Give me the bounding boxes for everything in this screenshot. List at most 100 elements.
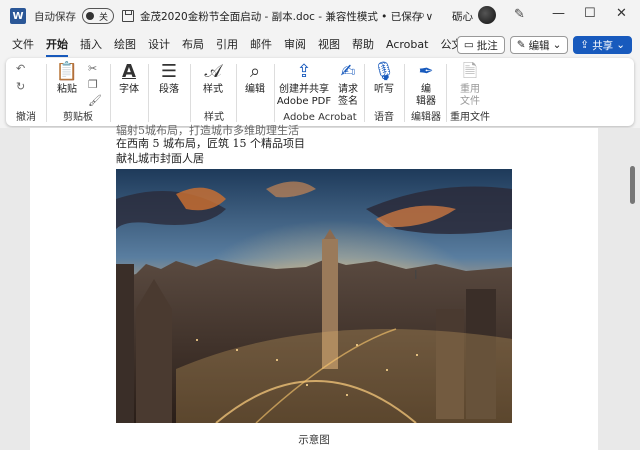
dictate-button[interactable]: 🎙 听写: [368, 62, 400, 96]
reuse-files-icon: 🗎: [462, 61, 478, 82]
comment-button[interactable]: ▭ 批注: [456, 36, 505, 54]
edit-label: 编辑: [528, 39, 550, 52]
tab-help[interactable]: 帮助: [346, 35, 380, 55]
tab-insert[interactable]: 插入: [74, 35, 108, 55]
document-area: 辐射5城布局，打造城市多维助理生活 在西南 5 城布局，匠筑 15 个精品项目 …: [0, 124, 640, 450]
document-title[interactable]: 金茂2020金粉节全面启动 - 副本.doc - 兼容性模式 • 已保存 ∨: [140, 9, 433, 24]
undo-group: ↶ ↻ 撤消: [6, 58, 46, 126]
text-cursor-icon: I: [414, 268, 418, 282]
autosave-label: 自动保存: [34, 10, 76, 23]
styles-icon: 𝒜: [204, 61, 222, 82]
reuse-group: 🗎 重用 文件 重用文件: [448, 58, 492, 126]
styles-button[interactable]: 𝒜 样式: [196, 62, 230, 96]
share-button[interactable]: ⇪ 共享 ⌄: [573, 36, 632, 54]
clipboard-group-label: 剪贴板: [63, 112, 93, 123]
divider: [148, 64, 149, 122]
request-label-2: 签名: [338, 96, 358, 107]
reuse-files-button[interactable]: 🗎 重用 文件: [452, 62, 488, 108]
chevron-down-icon: ⌄: [616, 39, 625, 51]
toggle-state: 关: [99, 12, 109, 23]
tab-draw[interactable]: 绘图: [108, 35, 142, 55]
request-label: 请求: [338, 84, 358, 95]
user-name[interactable]: 砺心: [452, 9, 473, 24]
toggle-knob: [86, 12, 94, 20]
divider: [364, 64, 365, 122]
font-color-icon: A: [122, 61, 136, 82]
tab-design[interactable]: 设计: [142, 35, 176, 55]
reuse-label-2: 文件: [460, 96, 480, 107]
editor-pen-icon: ✒: [418, 61, 434, 82]
paste-label: 粘贴: [57, 84, 77, 95]
acrobat-group: ⇪ 创建并共享 Adobe PDF ✍ 请求 签名 Adobe Acrobat: [276, 58, 364, 126]
tab-layout[interactable]: 布局: [176, 35, 210, 55]
tab-references[interactable]: 引用: [210, 35, 244, 55]
autosave-toggle[interactable]: 关: [82, 8, 114, 24]
paste-button[interactable]: 📋 粘贴: [54, 62, 80, 96]
paragraph-button[interactable]: ☰ 段落: [152, 62, 186, 96]
copy-icon[interactable]: ❐: [88, 78, 98, 91]
divider: [274, 64, 275, 122]
format-painter-icon[interactable]: 🖌: [88, 94, 102, 107]
tab-view[interactable]: 视图: [312, 35, 346, 55]
styles-label: 样式: [203, 84, 223, 95]
create-pdf-button[interactable]: ⇪ 创建并共享 Adobe PDF: [276, 62, 332, 108]
editor-group-label: 编辑器: [411, 112, 441, 123]
title-bar: W 自动保存 关 金茂2020金粉节全面启动 - 副本.doc - 兼容性模式 …: [0, 0, 640, 32]
undo-group-label: 撤消: [16, 112, 36, 123]
edit-mode-button[interactable]: ✎ 编辑 ⌄: [509, 36, 569, 54]
undo-icon[interactable]: ↶: [16, 62, 25, 75]
doc-line-3[interactable]: 献礼城市封面人居: [116, 150, 204, 166]
divider: [446, 64, 447, 122]
avatar[interactable]: [478, 6, 496, 24]
close-icon[interactable]: ✕: [616, 6, 627, 21]
divider: [46, 64, 47, 122]
restore-icon[interactable]: ☐: [584, 6, 596, 21]
ribbon-tabs: 文件 开始 插入 绘图 设计 布局 引用 邮件 审阅 视图 帮助 Acrobat…: [0, 34, 640, 57]
doc-line-2[interactable]: 在西南 5 城布局，匠筑 15 个精品项目: [116, 135, 305, 151]
font-label: 字体: [119, 84, 139, 95]
vertical-scrollbar[interactable]: [630, 166, 635, 204]
tab-home[interactable]: 开始: [40, 35, 74, 57]
reuse-label: 重用: [460, 84, 480, 95]
editor-group: ✒ 编 辑器 编辑器: [406, 58, 446, 126]
create-pdf-label-2: Adobe PDF: [276, 96, 332, 107]
paragraph-align-icon: ☰: [160, 61, 178, 82]
tab-acrobat[interactable]: Acrobat: [380, 35, 434, 55]
editor-label: 编: [421, 84, 431, 95]
image-caption: 示意图: [298, 434, 330, 446]
pencil-icon: ✎: [516, 39, 526, 51]
tab-review[interactable]: 审阅: [278, 35, 312, 55]
styles-group-label: 样式: [204, 112, 224, 123]
voice-group-label: 语音: [374, 112, 394, 123]
reuse-group-label: 重用文件: [450, 112, 490, 123]
share-icon: ⇪: [580, 39, 590, 51]
word-icon[interactable]: W: [10, 8, 26, 24]
editor-label-2: 辑器: [416, 96, 436, 107]
comment-icon: ▭: [463, 39, 474, 51]
city-photo[interactable]: [116, 169, 512, 423]
styles-group: 𝒜 样式 样式: [192, 58, 236, 126]
document-page[interactable]: 辐射5城布局，打造城市多维助理生活 在西南 5 城布局，匠筑 15 个精品项目 …: [30, 124, 598, 450]
divider: [236, 64, 237, 122]
city-skyline-image: [116, 169, 512, 423]
editor-button[interactable]: ✒ 编 辑器: [410, 62, 442, 108]
divider: [190, 64, 191, 122]
editing-button[interactable]: ⌕ 编辑: [238, 62, 272, 96]
minimize-icon[interactable]: —: [552, 6, 565, 21]
cut-icon[interactable]: ✂: [88, 62, 97, 75]
divider: [404, 64, 405, 122]
search-icon[interactable]: ⌕: [418, 8, 425, 23]
ribbon: ↶ ↻ 撤消 📋 粘贴 ✂ ❐ 🖌 剪贴板 A 字体 ☰ 段落 𝒜 样式 样式 …: [6, 58, 634, 126]
font-button[interactable]: A 字体: [114, 62, 144, 96]
dictate-label: 听写: [374, 84, 394, 95]
tab-file[interactable]: 文件: [6, 35, 40, 55]
voice-group: 🎙 听写 语音: [366, 58, 402, 126]
signature-icon: ✍: [340, 61, 356, 82]
pen-icon[interactable]: ✎: [514, 7, 525, 22]
share-label: 共享: [592, 39, 614, 52]
tab-mailings[interactable]: 邮件: [244, 35, 278, 55]
pdf-share-icon: ⇪: [296, 61, 312, 82]
redo-icon[interactable]: ↻: [16, 80, 25, 93]
save-icon[interactable]: [122, 10, 134, 22]
request-signature-button[interactable]: ✍ 请求 签名: [334, 62, 362, 108]
